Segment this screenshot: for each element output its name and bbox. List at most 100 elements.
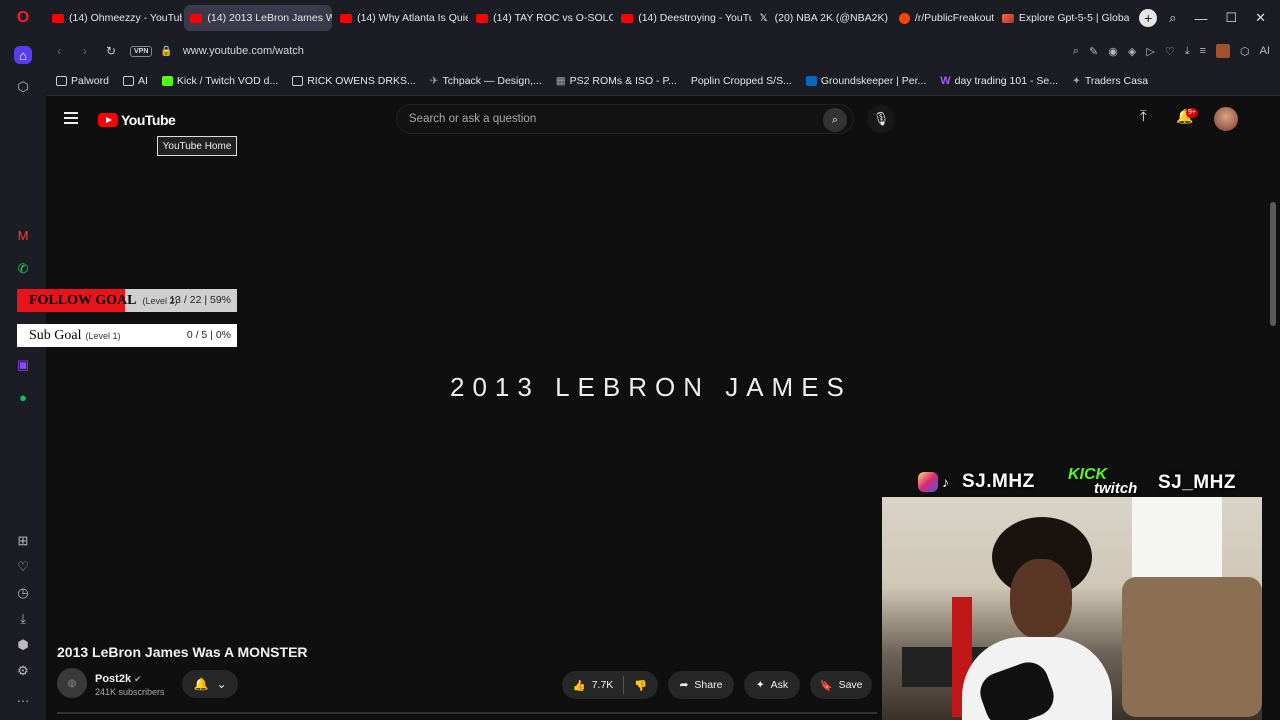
zoom-icon[interactable]: ⌕ [1073, 45, 1079, 58]
apps-icon[interactable]: ⊞ [14, 532, 32, 550]
minimize-icon[interactable]: — [1194, 11, 1207, 26]
tab-explore[interactable]: Explore Gpt-5-5 | Global [996, 5, 1129, 31]
reddit-icon [898, 12, 910, 24]
lock-icon[interactable]: 🔒 [160, 46, 172, 57]
home-icon[interactable]: ⌂ [14, 46, 32, 64]
extensions-icon[interactable]: ⬡ [1240, 45, 1250, 58]
upload-icon[interactable]: ⤒ [1140, 108, 1147, 125]
follow-goal-progress: 13 / 22 | 59% [169, 294, 231, 306]
bookmark-day-trading[interactable]: Wday trading 101 - Se... [940, 75, 1058, 87]
menu-icon[interactable]: ≡ [1200, 45, 1206, 57]
download-icon[interactable]: ⤓ [14, 610, 32, 628]
linkedin-icon [805, 75, 817, 86]
bookmark-ai[interactable]: AI [122, 74, 148, 87]
tab-ohmeezzy[interactable]: (14) Ohmeezzy - YouTub [46, 5, 182, 31]
tchpack-icon: ✈ [429, 74, 439, 87]
tab-nba2k[interactable]: 𝕏 (20) NBA 2K (@NBA2K) / [754, 5, 891, 31]
bookmark-traders-casa[interactable]: ✦ Traders Casa [1072, 75, 1148, 87]
shield-icon[interactable]: ◈ [1128, 45, 1136, 58]
share-button[interactable]: ➦ Share [668, 671, 734, 699]
youtube-icon [476, 13, 489, 23]
bookmark-label: RICK OWENS DRKS... [307, 74, 416, 87]
youtube-icon [190, 13, 203, 23]
download-arrow-icon[interactable]: ⤓ [1185, 45, 1190, 58]
edit-icon[interactable]: ✎ [1089, 45, 1098, 58]
tab-tay-roc[interactable]: (14) TAY ROC vs O-SOLO [470, 5, 613, 31]
bookmark-kick-twitch[interactable]: Kick / Twitch VOD d... [161, 74, 279, 87]
url-field[interactable]: www.youtube.com/watch [183, 45, 1073, 57]
follow-goal-label: FOLLOW GOAL [29, 292, 137, 308]
description-divider [57, 712, 877, 714]
bookmark-label: AI [137, 74, 148, 87]
settings-icon[interactable]: ⚙ [14, 662, 32, 680]
gmail-icon[interactable]: M [14, 226, 32, 244]
page-scrollbar[interactable] [1262, 96, 1280, 720]
bookmark-groundskeeper[interactable]: Groundskeeper | Per... [805, 75, 926, 87]
subscription-bell-button[interactable]: 🔔 ⌄ [182, 670, 238, 698]
whatsapp-icon[interactable]: ✆ [14, 260, 32, 278]
new-tab-button[interactable]: + [1139, 9, 1158, 27]
follow-goal-widget: FOLLOW GOAL (Level 2) 13 / 22 | 59% [17, 289, 237, 312]
bookmark-tchpack[interactable]: ✈ Tchpack — Design,... [430, 75, 542, 87]
bookmark-ps2-roms[interactable]: ▦ PS2 ROMs & ISO - P... [556, 75, 677, 87]
vpn-badge[interactable]: VPN [130, 45, 153, 57]
traders-casa-icon: ✦ [1072, 74, 1081, 87]
pin-icon[interactable]: ⬡ [14, 78, 32, 96]
close-icon[interactable]: ✕ [1255, 10, 1266, 26]
history-icon[interactable]: ◷ [14, 584, 32, 602]
profile-icon[interactable] [1215, 44, 1230, 58]
browser-sidebar: ⌂ ⬡ M ✆ ▣ ● ⊞ ♡ ◷ ⤓ ⬢ ⚙ … [0, 36, 46, 720]
tab-publicfreakout[interactable]: /r/PublicFreakout [893, 5, 994, 31]
dislike-button[interactable]: 👎 [634, 679, 647, 692]
forward-icon[interactable]: › [72, 44, 98, 58]
heart-outline-icon[interactable]: ♡ [1165, 45, 1175, 58]
account-avatar[interactable] [1214, 107, 1238, 131]
twitch-icon[interactable]: ▣ [14, 356, 32, 374]
kick-twitch-logo: KICK twitch [1068, 466, 1156, 500]
heart-icon[interactable]: ♡ [14, 558, 32, 576]
back-icon[interactable]: ‹ [46, 44, 72, 58]
tab-label: (14) Deestroying - YouTu [638, 12, 752, 24]
bookmark-poplin[interactable]: Poplin Cropped S/S... [691, 75, 792, 87]
channel-name[interactable]: Post2k [95, 673, 131, 685]
webcam-window [1132, 497, 1222, 587]
channel-avatar[interactable]: ◍ [57, 668, 87, 698]
more-icon[interactable]: … [14, 688, 32, 706]
search-input[interactable]: Search or ask a question [409, 113, 536, 125]
channel-text: Post2k ✔ 241K subscribers [95, 669, 165, 697]
ai-button[interactable]: AI [1260, 45, 1270, 57]
rick-owens-icon [292, 75, 304, 86]
voice-search-icon[interactable]: 🎙 [867, 105, 895, 133]
search-box[interactable]: Search or ask a question ⌕ [396, 104, 854, 134]
guide-menu-button[interactable] [64, 112, 78, 124]
save-button[interactable]: 🔖 Save [810, 671, 872, 699]
reload-icon[interactable]: ↻ [98, 44, 124, 58]
window-controls: ⌕ — ☐ ✕ [1169, 10, 1280, 26]
search-icon[interactable]: ⌕ [823, 108, 847, 132]
like-button[interactable]: 👍 7.7K [573, 679, 614, 692]
spotify-icon[interactable]: ● [14, 388, 32, 406]
tab-lebron[interactable]: (14) 2013 LeBron James W [184, 5, 333, 31]
search-tabs-icon[interactable]: ⌕ [1169, 10, 1176, 26]
bookmark-palword[interactable]: Palword [56, 75, 109, 87]
bookmark-label: Kick / Twitch VOD d... [176, 74, 279, 87]
camera-icon[interactable]: ◉ [1108, 45, 1118, 58]
bookmark-label: Tchpack — Design,... [442, 74, 542, 87]
tab-label: (14) Ohmeezzy - YouTub [69, 12, 183, 24]
scroll-thumb[interactable] [1270, 202, 1276, 326]
bookmark-icon: 🔖 [819, 679, 833, 692]
play-icon[interactable]: ▷ [1146, 45, 1154, 58]
youtube-logo[interactable]: YouTube [98, 112, 176, 128]
social-handle-left: SJ.MHZ [962, 471, 1035, 492]
instagram-icon [918, 472, 938, 492]
tab-label: (14) 2013 LeBron James W [207, 12, 333, 24]
opera-logo-icon[interactable]: O [0, 0, 46, 36]
box-icon[interactable]: ⬢ [14, 636, 32, 654]
bookmark-rick-owens[interactable]: RICK OWENS DRKS... [292, 75, 416, 87]
tab-atlanta[interactable]: (14) Why Atlanta Is Quie [334, 5, 468, 31]
webcam-feed [882, 497, 1262, 720]
address-actions: ⌕ ✎ ◉ ◈ ▷ ♡ ⤓ ≡ ⬡ AI [1073, 44, 1280, 58]
maximize-icon[interactable]: ☐ [1225, 10, 1237, 26]
tab-deestroying[interactable]: (14) Deestroying - YouTu [615, 5, 752, 31]
ask-button[interactable]: ✦ Ask [744, 671, 800, 699]
